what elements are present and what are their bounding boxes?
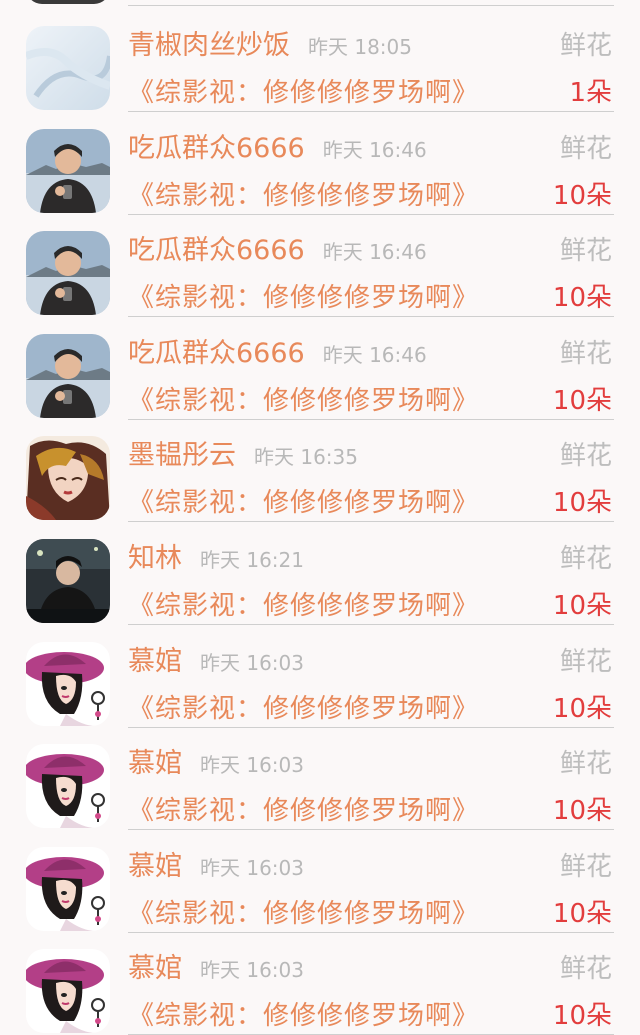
gift-count: 10朵 xyxy=(552,385,612,416)
gift-count: 10朵 xyxy=(552,488,612,519)
gift-record-row[interactable]: 慕婠 昨天 16:03 鲜花 《综影视：修修修修罗场啊》 10朵 xyxy=(0,827,640,933)
book-title[interactable]: 《综影视：修修修修罗场啊》 xyxy=(128,485,479,521)
book-title[interactable]: 《综影视：修修修修罗场啊》 xyxy=(128,793,479,829)
username[interactable]: 吃瓜群众6666 xyxy=(128,133,305,164)
gift-type-label: 鲜花 xyxy=(559,31,612,61)
book-title[interactable]: 《综影视：修修修修罗场啊》 xyxy=(128,75,479,111)
timestamp: 昨天 16:46 xyxy=(322,342,427,367)
avatar-painted-woman[interactable] xyxy=(26,436,110,521)
gift-count: 10朵 xyxy=(552,693,612,724)
book-title[interactable]: 《综影视：修修修修罗场啊》 xyxy=(128,383,479,419)
gift-record-row[interactable]: 知林 昨天 16:21 鲜花 《综影视：修修修修罗场啊》 10朵 xyxy=(0,519,640,625)
username[interactable]: 墨韫彤云 xyxy=(128,440,236,471)
avatar-winter[interactable] xyxy=(26,26,110,110)
username[interactable]: 慕婠 xyxy=(128,646,182,677)
avatar-hat-lady[interactable] xyxy=(26,641,110,726)
gift-type-label: 鲜花 xyxy=(559,954,612,985)
book-title[interactable]: 《综影视：修修修修罗场啊》 xyxy=(128,178,479,214)
timestamp: 昨天 16:21 xyxy=(200,548,304,572)
book-title[interactable]: 《综影视：修修修修罗场啊》 xyxy=(128,896,479,932)
gift-record-row[interactable]: 青椒肉丝炒饭 昨天 18:05 鲜花 《综影视：修修修修罗场啊》 1朵 xyxy=(0,6,640,112)
timestamp: 昨天 16:03 xyxy=(200,855,304,880)
avatar-hat-lady[interactable] xyxy=(26,744,110,829)
gift-count: 10朵 xyxy=(552,1001,612,1032)
book-title[interactable]: 《综影视：修修修修罗场啊》 xyxy=(128,588,479,624)
avatar-man-phone[interactable] xyxy=(26,128,110,213)
gift-count: 10朵 xyxy=(552,283,612,314)
gift-type-label: 鲜花 xyxy=(559,338,612,369)
avatar-dark-man[interactable] xyxy=(26,539,110,623)
gift-record-row[interactable]: 吃瓜群众6666 昨天 16:46 鲜花 《综影视：修修修修罗场啊》 10朵 xyxy=(0,211,640,318)
book-title[interactable]: 《综影视：修修修修罗场啊》 xyxy=(128,998,479,1034)
avatar-hat-lady[interactable] xyxy=(26,846,110,931)
book-title[interactable]: 《综影视：修修修修罗场啊》 xyxy=(128,280,479,316)
gift-type-label: 鲜花 xyxy=(559,544,612,574)
gift-type-label: 鲜花 xyxy=(559,133,612,164)
username[interactable]: 青椒肉丝炒饭 xyxy=(128,30,290,61)
username[interactable]: 慕婠 xyxy=(128,748,182,779)
timestamp: 昨天 16:03 xyxy=(200,753,304,778)
timestamp: 昨天 16:46 xyxy=(322,240,427,265)
gift-count: 10朵 xyxy=(552,591,612,621)
username[interactable]: 慕婠 xyxy=(128,953,182,984)
username[interactable]: 吃瓜群众6666 xyxy=(128,338,305,369)
gift-count: 1朵 xyxy=(569,78,612,108)
avatar-man-phone[interactable] xyxy=(26,333,110,418)
timestamp: 昨天 16:03 xyxy=(200,650,304,675)
gift-record-row[interactable]: 墨韫彤云 昨天 16:35 鲜花 《综影视：修修修修罗场啊》 10朵 xyxy=(0,416,640,523)
gift-record-row[interactable]: 吃瓜群众6666 昨天 16:46 鲜花 《综影视：修修修修罗场啊》 10朵 xyxy=(0,109,640,215)
gift-count: 10朵 xyxy=(552,898,612,929)
timestamp: 昨天 18:05 xyxy=(308,35,412,59)
avatar-man-phone[interactable] xyxy=(26,231,110,316)
previous-row-avatar-edge xyxy=(26,0,110,4)
avatar-hat-lady[interactable] xyxy=(26,949,110,1034)
username[interactable]: 慕婠 xyxy=(128,851,182,882)
username[interactable]: 吃瓜群众6666 xyxy=(128,235,305,266)
username[interactable]: 知林 xyxy=(128,543,182,574)
gift-type-label: 鲜花 xyxy=(559,646,612,677)
book-title[interactable]: 《综影视：修修修修罗场啊》 xyxy=(128,691,479,727)
gift-record-row[interactable]: 慕婠 昨天 16:03 鲜花 《综影视：修修修修罗场啊》 10朵 xyxy=(0,724,640,831)
timestamp: 昨天 16:35 xyxy=(254,445,358,470)
gift-type-label: 鲜花 xyxy=(559,851,612,882)
gift-type-label: 鲜花 xyxy=(559,236,612,267)
gift-record-row[interactable]: 吃瓜群众6666 昨天 16:46 鲜花 《综影视：修修修修罗场啊》 10朵 xyxy=(0,314,640,420)
gift-count: 10朵 xyxy=(552,180,612,211)
timestamp: 昨天 16:03 xyxy=(200,958,304,983)
gift-type-label: 鲜花 xyxy=(559,441,612,472)
gift-record-row[interactable]: 慕婠 昨天 16:03 鲜花 《综影视：修修修修罗场啊》 10朵 xyxy=(0,929,640,1035)
gift-record-row[interactable]: 慕婠 昨天 16:03 鲜花 《综影视：修修修修罗场啊》 10朵 xyxy=(0,622,640,728)
timestamp: 昨天 16:46 xyxy=(322,137,427,162)
gift-count: 10朵 xyxy=(552,796,612,827)
gift-type-label: 鲜花 xyxy=(559,749,612,780)
